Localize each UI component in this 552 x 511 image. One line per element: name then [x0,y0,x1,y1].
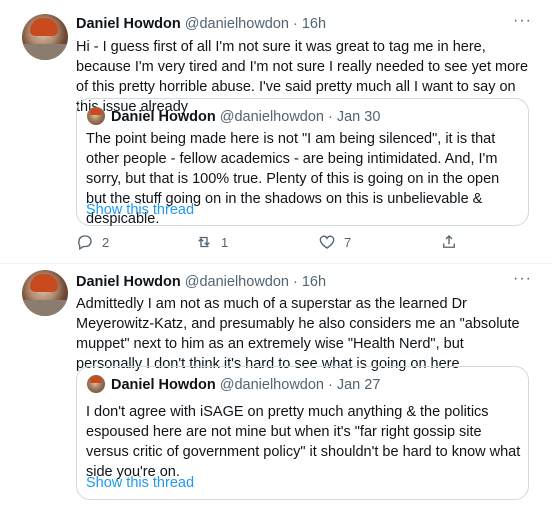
quoted-avatar [87,375,105,393]
retweet-count: 1 [221,234,229,250]
reply-button[interactable]: 2 [76,233,109,251]
share-icon [443,235,455,248]
retweet-button[interactable]: 1 [195,233,228,251]
tweet-header: Daniel Howdon @danielhowdon · 16h [76,272,326,292]
quoted-handle-time: @danielhowdon · Jan 30 [219,109,381,125]
tweet-header: Daniel Howdon @danielhowdon · 16h [76,14,326,34]
quoted-text: I don't agree with iSAGE on pretty much … [86,404,521,480]
like-icon [319,235,335,249]
handle-time[interactable]: @danielhowdon · 16h [185,16,326,32]
quoted-handle-time: @danielhowdon · Jan 27 [219,377,381,393]
tweet-text: Admittedly I am not as much of a superst… [76,296,520,372]
show-thread-link[interactable]: Show this thread [86,200,194,220]
tweet[interactable]: Daniel Howdon @danielhowdon · 16h ··· Ad… [0,264,552,511]
quoted-avatar [87,107,105,125]
quoted-author-name: Daniel Howdon [111,377,216,393]
avatar[interactable] [22,270,68,316]
retweet-icon [198,236,210,248]
like-button[interactable]: 7 [318,233,351,251]
author-name[interactable]: Daniel Howdon [76,16,181,32]
more-icon[interactable]: ··· [513,270,532,288]
share-button[interactable] [440,233,458,251]
quoted-header: Daniel Howdon @danielhowdon · Jan 27 [111,375,380,395]
show-thread-link[interactable]: Show this thread [86,473,194,493]
like-count: 7 [344,234,352,250]
tweet[interactable]: Daniel Howdon @danielhowdon · 16h ··· Hi… [0,0,552,264]
author-name[interactable]: Daniel Howdon [76,274,181,290]
tweet-actions: 2 1 7 [76,233,476,255]
handle-time[interactable]: @danielhowdon · 16h [185,274,326,290]
reply-count: 2 [102,234,110,250]
more-icon[interactable]: ··· [513,12,532,30]
reply-icon [78,235,92,250]
avatar[interactable] [22,14,68,60]
quoted-tweet[interactable]: Daniel Howdon @danielhowdon · Jan 27 I d… [76,366,529,500]
quoted-header: Daniel Howdon @danielhowdon · Jan 30 [111,107,380,127]
quoted-tweet[interactable]: Daniel Howdon @danielhowdon · Jan 30 The… [76,98,529,227]
quoted-author-name: Daniel Howdon [111,109,216,125]
